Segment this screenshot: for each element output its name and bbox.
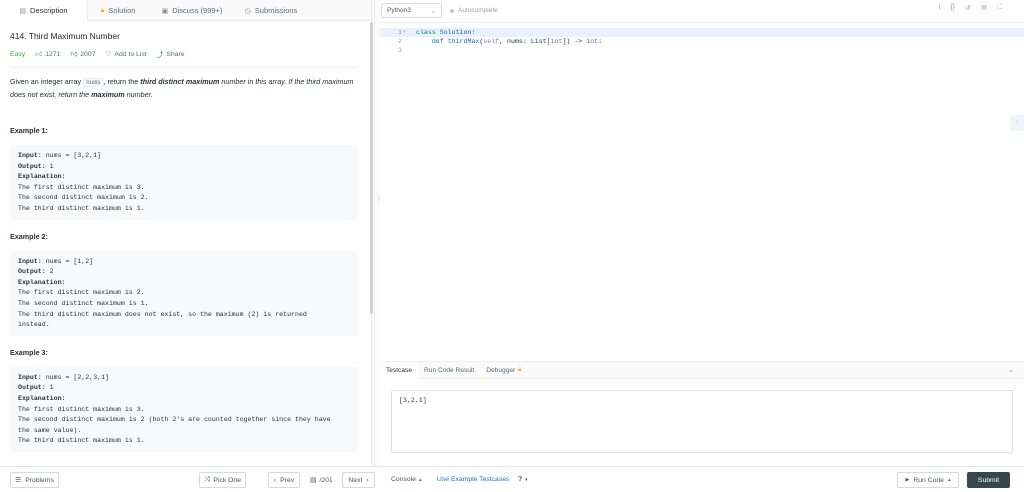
document-icon: ▤ xyxy=(19,7,27,15)
language-label: Python3 xyxy=(387,7,411,14)
chevron-down-icon[interactable]: ⌄ xyxy=(1008,366,1014,374)
problem-title: 414. Third Maximum Number xyxy=(10,31,120,41)
side-panel-handle-icon[interactable]: › xyxy=(1010,115,1024,131)
code-line: 1 ▾ class Solution: xyxy=(380,28,1024,37)
scrollbar[interactable] xyxy=(370,22,373,314)
tab-solution[interactable]: 🔒︎ Solution xyxy=(88,0,148,21)
lock-icon: 🔒︎ xyxy=(518,366,522,373)
share-button[interactable]: ⤴ Share xyxy=(156,49,185,60)
editor-toolbar: Python3 ⌄ Autocomplete xyxy=(380,0,1024,21)
bottom-bar: ☰ Problems ⤨ Pick One ‹ Prev ▤ /201 Next… xyxy=(0,466,1024,492)
braces-icon[interactable]: {} xyxy=(950,4,955,12)
code-editor[interactable]: 1 ▾ class Solution: 2 def thirdMax(self,… xyxy=(380,22,1024,360)
problem-description: Given an integer array nums, return the … xyxy=(10,77,354,99)
language-select[interactable]: Python3 ⌄ xyxy=(381,3,442,18)
thumbs-up-icon: 👍︎ xyxy=(35,51,43,58)
play-icon: ▶ xyxy=(905,477,910,483)
info-icon[interactable]: i xyxy=(939,4,941,12)
caret-up-icon: ▴ xyxy=(947,477,951,483)
shuffle-icon: ⤨ xyxy=(203,476,210,483)
next-button[interactable]: Next › xyxy=(342,472,375,488)
difficulty-badge: Easy xyxy=(10,50,26,58)
toggle-dot-icon xyxy=(450,8,454,13)
tab-debugger[interactable]: Debugger 🔒︎ xyxy=(480,362,527,379)
list-icon: ☰ xyxy=(15,477,22,484)
lock-icon: 🔒︎ xyxy=(100,6,105,14)
drag-handle-icon[interactable]: ⋮⋮ xyxy=(376,194,382,203)
editor-panel: Python3 ⌄ Autocomplete i {} ↺ ⚙ ⛶ 1 ▾ cl… xyxy=(380,0,1024,466)
fullscreen-icon[interactable]: ⛶ xyxy=(997,4,1002,12)
clock-icon: ◷ xyxy=(244,7,251,15)
add-to-list-button[interactable]: ♡ Add to List xyxy=(105,50,146,59)
help-icon: ❓︎ xyxy=(518,476,523,483)
list-small-icon: ▤ xyxy=(310,477,317,484)
chevron-down-icon: ⌄ xyxy=(430,7,436,15)
example-title: Example 2: xyxy=(10,231,48,241)
tab-description[interactable]: ▤ Description xyxy=(0,0,88,21)
console-tabs: Testcase Run Code Result Debugger 🔒︎ ⌄ xyxy=(380,361,1024,379)
example-block: Input: nums = [2,2,3,1] Output: 1 Explan… xyxy=(10,366,358,452)
fold-arrow-icon[interactable]: ▾ xyxy=(403,28,406,37)
problem-panel: ▤ Description 🔒︎ Solution ▣ Discuss (999… xyxy=(0,0,373,466)
problem-tabs: ▤ Description 🔒︎ Solution ▣ Discuss (999… xyxy=(0,0,371,21)
divider xyxy=(10,67,358,68)
reset-icon[interactable]: ↺ xyxy=(965,4,971,12)
problems-button[interactable]: ☰ Problems xyxy=(10,472,59,488)
run-code-button[interactable]: ▶ Run Code ▴ xyxy=(897,472,959,488)
caret-up-icon: ▴ xyxy=(418,476,422,483)
tab-submissions[interactable]: ◷ Submissions xyxy=(236,0,306,21)
example-title: Example 1: xyxy=(10,126,48,135)
help-menu[interactable]: ❓︎ ▾ xyxy=(518,476,528,484)
example-title: Example 3: xyxy=(10,347,48,357)
share-icon: ⤴ xyxy=(156,52,164,59)
code-line: 3 xyxy=(398,47,402,54)
submit-button[interactable]: Submit xyxy=(967,472,1010,488)
settings-icon[interactable]: ⚙ xyxy=(981,4,987,12)
dislike-button[interactable]: 👎︎ 2007 xyxy=(70,50,95,59)
editor-actions: i {} ↺ ⚙ ⛶ xyxy=(939,4,1002,12)
problem-meta: Easy 👍︎ 1271 👎︎ 2007 ♡ Add to List ⤴ Sha… xyxy=(10,49,358,60)
autocomplete-toggle[interactable]: Autocomplete xyxy=(450,7,498,14)
problem-counter[interactable]: ▤ /201 xyxy=(310,476,333,485)
example-block: Input: nums = [1,2] Output: 2 Explanatio… xyxy=(10,250,358,336)
pick-one-button[interactable]: ⤨ Pick One xyxy=(199,472,246,488)
like-button[interactable]: 👍︎ 1271 xyxy=(35,50,60,59)
thumbs-down-icon: 👎︎ xyxy=(70,51,78,58)
tab-testcase[interactable]: Testcase xyxy=(380,361,419,379)
chevron-left-icon: ‹ xyxy=(273,476,277,484)
leetcode-workspace: ▤ Description 🔒︎ Solution ▣ Discuss (999… xyxy=(0,0,1024,492)
use-example-testcases-link[interactable]: Use Example Testcases xyxy=(437,476,509,483)
discuss-icon: ▣ xyxy=(161,7,169,15)
inline-code: nums xyxy=(83,78,104,87)
caret-down-icon: ▾ xyxy=(525,477,528,483)
chevron-right-icon: › xyxy=(366,476,369,484)
console-toggle[interactable]: Console ▴ xyxy=(391,476,421,483)
testcase-input[interactable]: [3,2,1] xyxy=(391,390,1013,453)
problem-content[interactable]: 414. Third Maximum Number Easy 👍︎ 1271 👎… xyxy=(0,21,368,466)
prev-button[interactable]: ‹ Prev xyxy=(268,472,300,488)
example-block: Input: nums = [3,2,1] Output: 1 Explanat… xyxy=(10,145,358,220)
tab-run-code-result[interactable]: Run Code Result xyxy=(418,362,480,379)
heart-icon: ♡ xyxy=(105,51,112,58)
code-line: 2 def thirdMax(self, nums: List[int]) ->… xyxy=(398,38,603,45)
tab-discuss[interactable]: ▣ Discuss (999+) xyxy=(148,0,236,21)
